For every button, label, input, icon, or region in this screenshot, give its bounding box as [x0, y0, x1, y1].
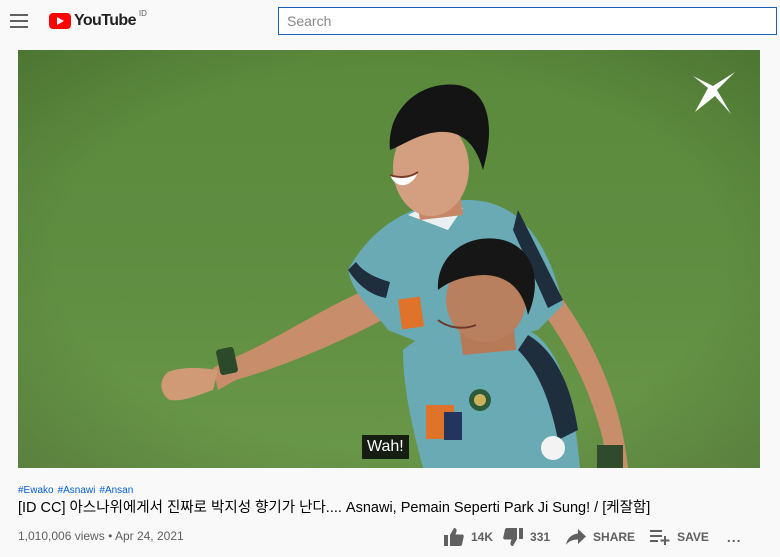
playlist-add-icon — [650, 530, 670, 545]
meta-separator: • — [108, 529, 113, 543]
video-player[interactable]: Wah! — [18, 50, 760, 468]
video-frame — [18, 50, 760, 468]
search-box[interactable] — [278, 7, 777, 35]
youtube-logo[interactable]: YouTube ID — [49, 9, 147, 31]
share-button[interactable]: SHARE — [566, 529, 635, 545]
masthead: YouTube ID — [0, 0, 780, 46]
save-label: SAVE — [677, 530, 709, 544]
share-icon — [566, 529, 587, 545]
dislike-count: 331 — [530, 530, 551, 544]
menu-icon[interactable] — [10, 14, 28, 28]
dislike-button[interactable]: 331 — [503, 528, 550, 546]
thumbs-down-icon — [503, 528, 524, 546]
view-count: 1,010,006 views — [18, 529, 105, 543]
thumbs-up-icon — [444, 528, 464, 546]
like-button[interactable]: 14K — [444, 528, 493, 546]
more-actions-icon[interactable]: ... — [727, 529, 742, 545]
hashtag-link[interactable]: #Ansan — [99, 485, 133, 496]
hashtag-list: #Ewako #Asnawi #Ansan — [18, 485, 133, 496]
play-logo-icon — [49, 13, 71, 29]
logo-region: ID — [138, 9, 147, 18]
video-actions: 14K 331 SHARE SAVE ... — [444, 526, 742, 548]
video-title: [ID CC] 아스나위에게서 진짜로 박지성 향기가 난다.... Asnaw… — [18, 500, 651, 516]
video-meta: 1,010,006 views • Apr 24, 2021 — [18, 529, 184, 543]
hashtag-link[interactable]: #Ewako — [18, 485, 54, 496]
logo-text: YouTube — [74, 12, 136, 29]
search-input[interactable] — [279, 8, 776, 34]
hashtag-link[interactable]: #Asnawi — [58, 485, 96, 496]
like-count: 14K — [471, 530, 494, 544]
subtitle-caption: Wah! — [362, 435, 409, 459]
save-button[interactable]: SAVE — [650, 529, 709, 545]
share-label: SHARE — [593, 530, 636, 544]
publish-date: Apr 24, 2021 — [114, 529, 184, 543]
